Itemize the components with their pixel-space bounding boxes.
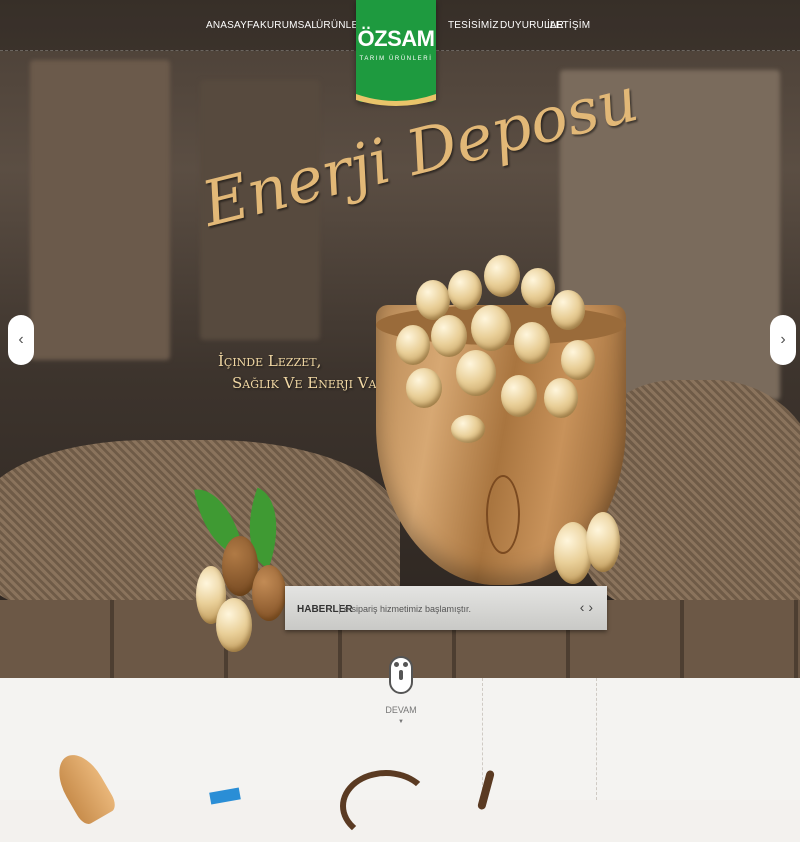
hazelnut [416,280,450,320]
decorative-lettering-image [340,770,432,842]
scroll-wheel [399,670,403,680]
hazelnut-bowl-image [376,250,628,585]
scroll-dot [403,662,408,667]
hazelnut [406,368,442,408]
hazelnut [514,322,550,364]
hazelnut [561,340,595,380]
slider-prev-button[interactable]: ‹ [8,315,34,365]
chevron-down-icon: ▼ [398,719,404,725]
hazelnut [544,378,578,418]
slider-subtitle: İçinde Lezzet, Sağlık Ve Enerji Var ! [218,350,396,394]
hazelnut [448,270,482,310]
hazelnut [216,598,252,652]
hazelnut [551,290,585,330]
arrow-right-icon: › [780,331,786,348]
dashed-divider [596,678,597,800]
slider-subtitle-line1: İçinde Lezzet, [218,352,322,370]
hazelnut [471,305,511,351]
nav-item-anasayfa[interactable]: ANASAYFA [206,20,260,31]
nav-item-kurumsal[interactable]: KURUMSAL [260,20,317,31]
hazelnut [396,325,430,365]
hazelnut [501,375,537,417]
slider-next-button[interactable]: › [770,315,796,365]
slider-subtitle-line2: Sağlık Ve Enerji Var ! [232,374,396,392]
hazelnut [456,350,496,396]
logo-ribbon-icon [356,94,436,106]
scroll-continue-link[interactable]: DEVAM [378,705,424,715]
hazelnut [431,315,467,357]
hazelnut [586,512,620,572]
hazelnut [451,415,485,443]
logo-subtitle: TARIM ÜRÜNLERİ [359,56,433,62]
bowl-emblem [486,475,520,554]
news-ticker: HABERLER e sipariş hizmetimiz başlamıştı… [285,586,607,630]
brand-logo[interactable]: ÖZSAM TARIM ÜRÜNLERİ [356,0,436,106]
hazelnut [521,268,555,308]
nav-item-iletisim[interactable]: İLETİŞİM [547,20,590,31]
hazelnut [484,255,520,297]
scroll-mouse-icon[interactable] [389,656,413,694]
hazelnut-shell [252,565,286,621]
news-nav-arrows[interactable]: ‹ › [580,599,593,615]
background-shelf [30,60,170,360]
nav-item-tesisimiz[interactable]: TESİSİMİZ [448,20,499,31]
arrow-left-icon: ‹ [18,331,24,348]
scroll-dot [394,662,399,667]
news-text[interactable]: e sipariş hizmetimiz başlamıştır. [339,604,471,614]
logo-name: ÖZSAM [357,26,435,51]
